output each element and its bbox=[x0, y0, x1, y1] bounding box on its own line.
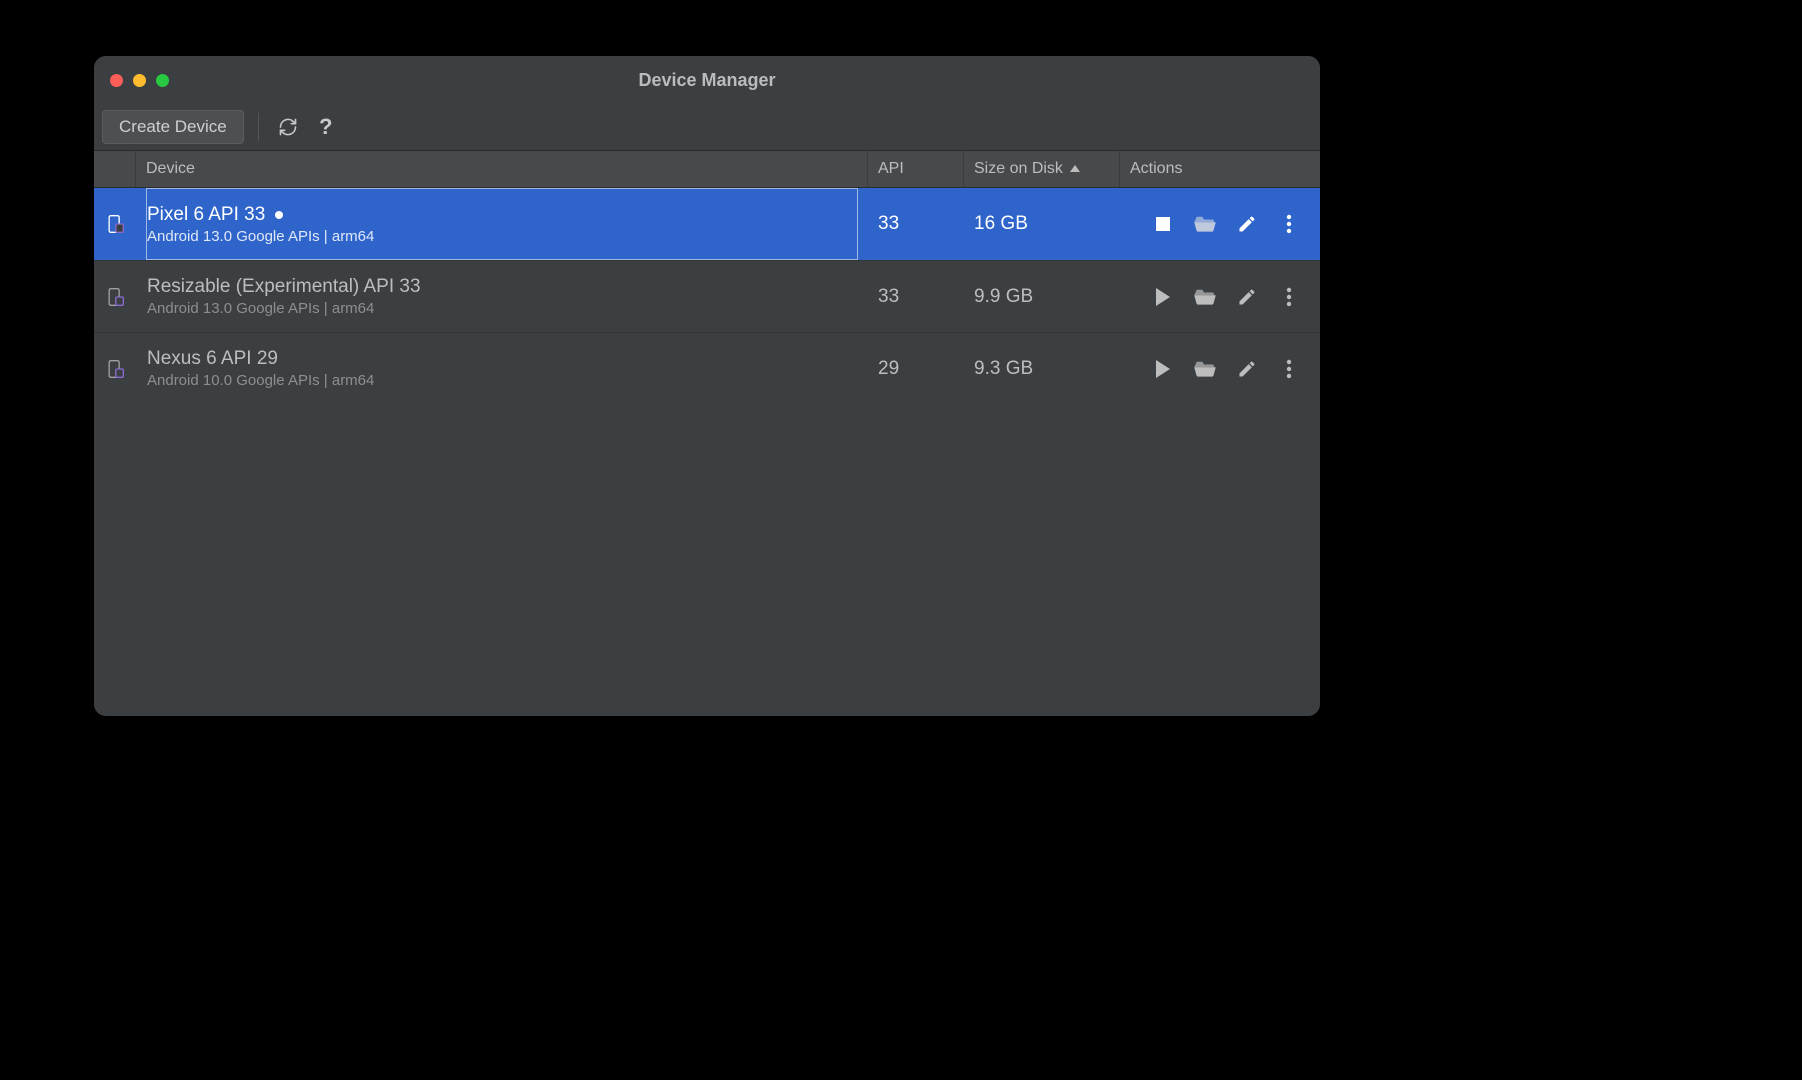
pencil-icon bbox=[1237, 214, 1257, 234]
more-button[interactable] bbox=[1278, 213, 1300, 235]
device-api: 33 bbox=[878, 286, 899, 308]
window-title: Device Manager bbox=[94, 70, 1320, 91]
device-name: Resizable (Experimental) API 33 bbox=[147, 276, 421, 298]
column-header-icon bbox=[94, 151, 136, 187]
pencil-icon bbox=[1237, 287, 1257, 307]
column-header-device-label: Device bbox=[146, 160, 195, 178]
device-icon bbox=[105, 287, 125, 307]
stop-icon bbox=[1155, 216, 1171, 232]
window-controls bbox=[94, 74, 169, 87]
sort-asc-icon bbox=[1069, 163, 1081, 175]
play-button[interactable] bbox=[1152, 358, 1174, 380]
folder-icon bbox=[1194, 288, 1216, 306]
refresh-icon bbox=[278, 117, 298, 137]
column-header-actions: Actions bbox=[1120, 151, 1320, 187]
column-header-device[interactable]: Device bbox=[136, 151, 868, 187]
device-subtitle: Android 10.0 Google APIs | arm64 bbox=[147, 372, 853, 389]
device-icon bbox=[105, 359, 125, 379]
device-api: 33 bbox=[878, 213, 899, 235]
column-header-size-label: Size on Disk bbox=[974, 160, 1063, 178]
device-manager-window: Device Manager Create Device ? Device bbox=[94, 56, 1320, 716]
device-api: 29 bbox=[878, 358, 899, 380]
play-icon bbox=[1155, 288, 1171, 306]
edit-button[interactable] bbox=[1236, 358, 1258, 380]
toolbar-separator bbox=[258, 113, 259, 141]
more-button[interactable] bbox=[1278, 358, 1300, 380]
device-subtitle: Android 13.0 Google APIs | arm64 bbox=[147, 300, 853, 317]
close-window-button[interactable] bbox=[110, 74, 123, 87]
column-header-api-label: API bbox=[878, 160, 904, 178]
minimize-window-button[interactable] bbox=[133, 74, 146, 87]
column-header-size[interactable]: Size on Disk bbox=[964, 151, 1120, 187]
stop-button[interactable] bbox=[1152, 213, 1174, 235]
folder-icon bbox=[1194, 360, 1216, 378]
open-folder-button[interactable] bbox=[1194, 213, 1216, 235]
table-row[interactable]: Pixel 6 API 33 Android 13.0 Google APIs … bbox=[94, 188, 1320, 260]
help-button[interactable]: ? bbox=[311, 112, 341, 142]
play-button[interactable] bbox=[1152, 286, 1174, 308]
running-indicator-icon bbox=[275, 211, 283, 219]
refresh-button[interactable] bbox=[273, 112, 303, 142]
help-icon: ? bbox=[319, 114, 332, 140]
window-titlebar: Device Manager bbox=[94, 56, 1320, 104]
table-row[interactable]: Resizable (Experimental) API 33 Android … bbox=[94, 260, 1320, 332]
table-row[interactable]: Nexus 6 API 29 Android 10.0 Google APIs … bbox=[94, 332, 1320, 404]
device-subtitle: Android 13.0 Google APIs | arm64 bbox=[147, 228, 853, 245]
device-icon bbox=[105, 214, 125, 234]
edit-button[interactable] bbox=[1236, 213, 1258, 235]
create-device-button[interactable]: Create Device bbox=[102, 110, 244, 144]
device-name: Pixel 6 API 33 bbox=[147, 204, 265, 226]
device-size: 9.3 GB bbox=[974, 358, 1033, 380]
edit-button[interactable] bbox=[1236, 286, 1258, 308]
pencil-icon bbox=[1237, 359, 1257, 379]
device-table-body: Pixel 6 API 33 Android 13.0 Google APIs … bbox=[94, 188, 1320, 716]
table-header: Device API Size on Disk Actions bbox=[94, 150, 1320, 188]
open-folder-button[interactable] bbox=[1194, 358, 1216, 380]
column-header-api[interactable]: API bbox=[868, 151, 964, 187]
device-name: Nexus 6 API 29 bbox=[147, 348, 278, 370]
zoom-window-button[interactable] bbox=[156, 74, 169, 87]
more-vertical-icon bbox=[1286, 214, 1292, 234]
open-folder-button[interactable] bbox=[1194, 286, 1216, 308]
more-vertical-icon bbox=[1286, 359, 1292, 379]
column-header-actions-label: Actions bbox=[1130, 160, 1182, 178]
more-vertical-icon bbox=[1286, 287, 1292, 307]
folder-icon bbox=[1194, 215, 1216, 233]
device-size: 16 GB bbox=[974, 213, 1028, 235]
device-size: 9.9 GB bbox=[974, 286, 1033, 308]
toolbar: Create Device ? bbox=[94, 104, 1320, 150]
play-icon bbox=[1155, 360, 1171, 378]
more-button[interactable] bbox=[1278, 286, 1300, 308]
